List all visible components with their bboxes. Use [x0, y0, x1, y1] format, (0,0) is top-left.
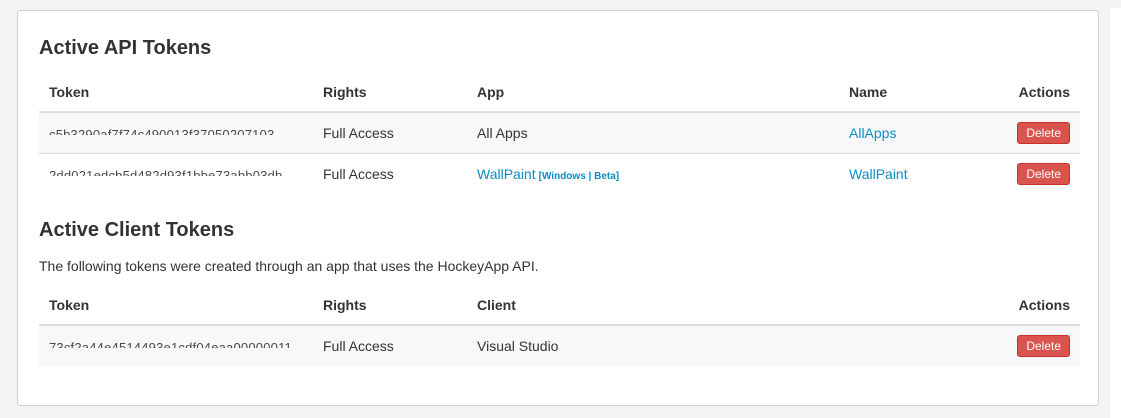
table-row: 2dd021edcb5d482d93f1bbe73abb03db Full Ac…	[39, 153, 1080, 194]
column-header-token: Token	[39, 285, 313, 326]
client-tokens-description: The following tokens were created throug…	[39, 258, 539, 274]
delete-button[interactable]: Delete	[1017, 163, 1070, 185]
actions-cell: Delete	[989, 153, 1080, 194]
column-header-token: Token	[39, 72, 313, 113]
token-cell: 73cf2a44e4514493e1cdf04eaa00000011	[39, 324, 313, 366]
right-edge-strip	[1110, 8, 1121, 418]
actions-cell: Delete	[989, 111, 1080, 154]
name-cell: WallPaint	[839, 153, 989, 194]
delete-button[interactable]: Delete	[1017, 335, 1070, 357]
rights-cell: Full Access	[313, 153, 467, 194]
rights-cell: Full Access	[313, 111, 467, 154]
client-cell: Visual Studio	[467, 324, 989, 366]
actions-cell: Delete	[989, 324, 1080, 366]
name-cell: AllApps	[839, 111, 989, 154]
table-row: c5b3290af7f74c490013f37050207103 Full Ac…	[39, 111, 1080, 154]
api-tokens-table: Token Rights App Name Actions c5b3290af7…	[39, 72, 1080, 194]
token-cell: c5b3290af7f74c490013f37050207103	[39, 111, 313, 154]
token-value: c5b3290af7f74c490013f37050207103	[49, 127, 275, 135]
token-cell: 2dd021edcb5d482d93f1bbe73abb03db	[39, 153, 313, 194]
app-cell: All Apps	[467, 111, 839, 154]
client-tokens-title: Active Client Tokens	[39, 219, 235, 241]
column-header-actions: Actions	[989, 285, 1080, 326]
app-link[interactable]: WallPaint	[477, 166, 536, 182]
column-header-name: Name	[839, 72, 989, 113]
column-header-client: Client	[467, 285, 989, 326]
table-row: 73cf2a44e4514493e1cdf04eaa00000011 Full …	[39, 324, 1080, 366]
tokens-panel: Active API Tokens Token Rights App Name …	[17, 10, 1099, 406]
app-platform-label: [Windows | Beta]	[538, 171, 620, 182]
rights-cell: Full Access	[313, 324, 467, 366]
token-name-link[interactable]: AllApps	[849, 125, 896, 141]
client-tokens-table: Token Rights Client Actions 73cf2a44e451…	[39, 285, 1080, 366]
column-header-app: App	[467, 72, 839, 113]
column-header-rights: Rights	[313, 72, 467, 113]
api-tokens-title: Active API Tokens	[39, 37, 212, 59]
app-cell: WallPaint [Windows | Beta]	[467, 153, 839, 194]
delete-button[interactable]: Delete	[1017, 122, 1070, 144]
client-tokens-header-row: Token Rights Client Actions	[39, 285, 1080, 326]
token-name-link[interactable]: WallPaint	[849, 166, 908, 182]
column-header-actions: Actions	[989, 72, 1080, 113]
token-value: 2dd021edcb5d482d93f1bbe73abb03db	[49, 168, 283, 176]
token-value: 73cf2a44e4514493e1cdf04eaa00000011	[49, 340, 292, 348]
api-tokens-header-row: Token Rights App Name Actions	[39, 72, 1080, 113]
column-header-rights: Rights	[313, 285, 467, 326]
